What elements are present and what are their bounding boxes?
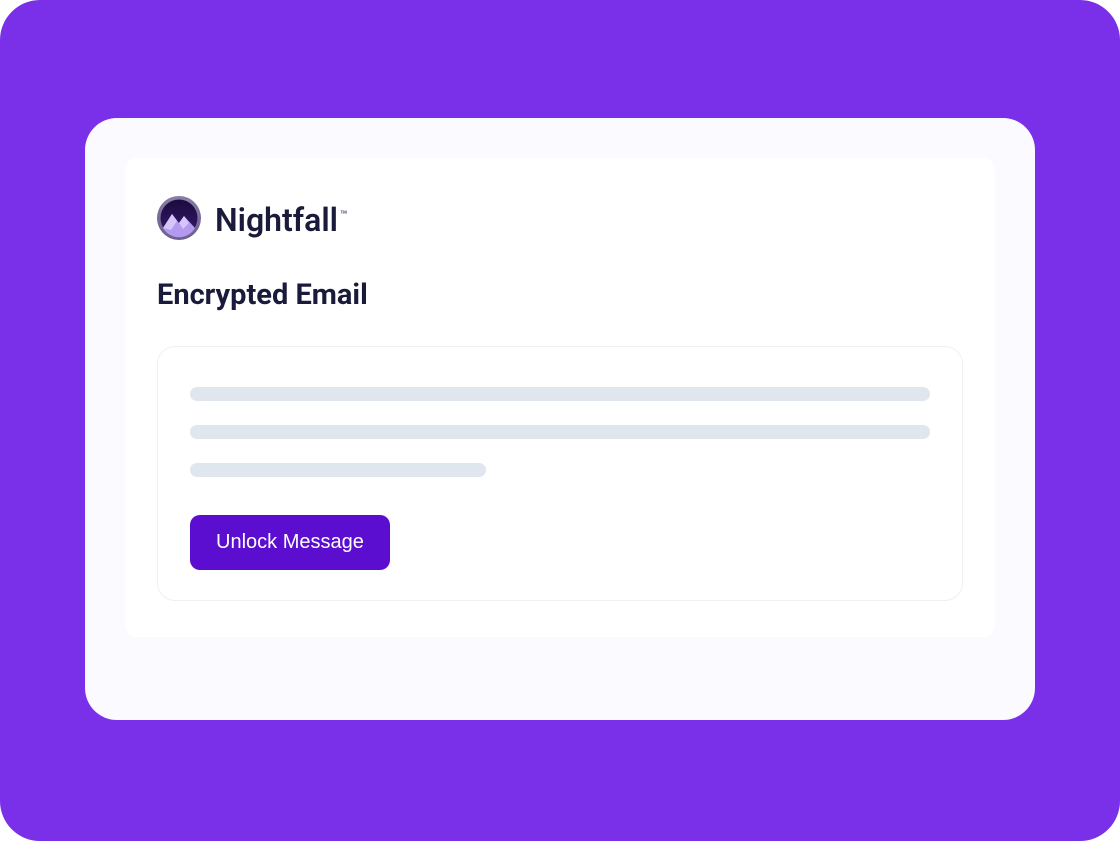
email-card-inner: Nightfall™ Encrypted Email Unlock Messag… [125, 158, 995, 637]
redacted-line [190, 463, 486, 477]
unlock-message-button[interactable]: Unlock Message [190, 515, 390, 570]
brand-trademark: ™ [340, 208, 348, 222]
brand-name: Nightfall™ [215, 201, 348, 239]
page-background: Nightfall™ Encrypted Email Unlock Messag… [0, 0, 1120, 841]
encrypted-message-box: Unlock Message [157, 346, 963, 601]
brand-name-text: Nightfall [215, 201, 338, 239]
redacted-line [190, 425, 930, 439]
page-title: Encrypted Email [157, 278, 963, 312]
redacted-line [190, 387, 930, 401]
brand-row: Nightfall™ [157, 196, 963, 244]
email-card: Nightfall™ Encrypted Email Unlock Messag… [85, 118, 1035, 720]
nightfall-logo-icon [157, 196, 201, 244]
